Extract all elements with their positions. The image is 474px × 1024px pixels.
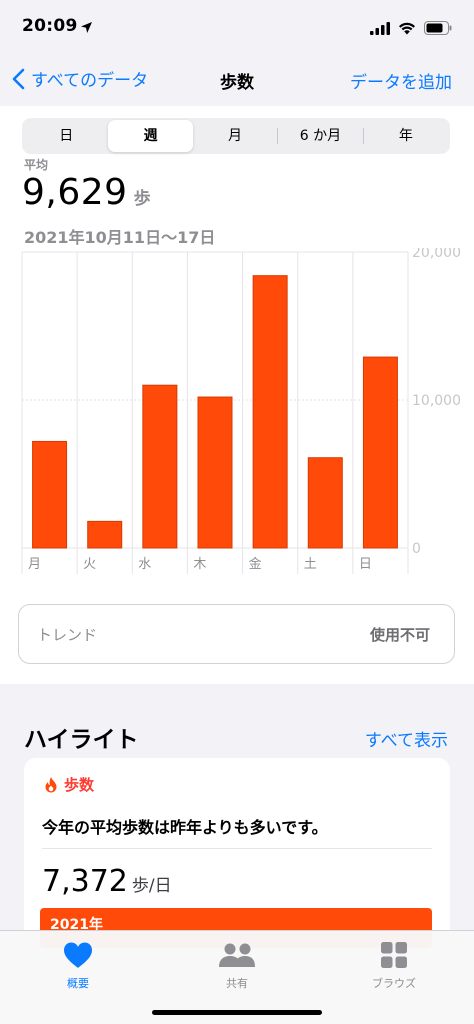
x-tick-label: 土 bbox=[304, 557, 317, 572]
y-tick-label: 0 bbox=[412, 541, 421, 557]
status-indicators bbox=[370, 20, 452, 39]
chevron-left-icon bbox=[12, 68, 25, 89]
status-time: 20:09 bbox=[22, 16, 78, 36]
tab-browse-label: ブラウズ bbox=[372, 977, 416, 990]
bar-7 bbox=[362, 356, 398, 549]
average-label: 平均 bbox=[24, 158, 49, 172]
trend-value: 使用不可 bbox=[369, 626, 430, 644]
highlight-category-label: 歩数 bbox=[64, 776, 95, 794]
x-tick-label: 水 bbox=[138, 557, 151, 572]
location-arrow-icon bbox=[80, 19, 93, 38]
flame-icon bbox=[45, 777, 57, 793]
heart-icon bbox=[28, 937, 128, 973]
signal-icon bbox=[370, 20, 390, 39]
people-icon bbox=[187, 937, 287, 973]
date-range: 2021年10月11日〜17日 bbox=[24, 228, 216, 247]
segment-week[interactable]: 週 bbox=[108, 120, 193, 152]
bar-3 bbox=[142, 384, 178, 549]
trend-label: トレンド bbox=[37, 626, 98, 644]
status-bar: 20:09 bbox=[0, 0, 474, 56]
segment-day[interactable]: 日 bbox=[24, 120, 108, 152]
average-unit: 歩 bbox=[133, 189, 151, 209]
back-label: すべてのデータ bbox=[31, 71, 149, 91]
x-tick-label: 火 bbox=[83, 557, 96, 572]
highlight-text: 今年の平均歩数は昨年よりも多いです。 bbox=[42, 818, 328, 837]
segment-month[interactable]: 月 bbox=[193, 120, 277, 152]
segment-year[interactable]: 年 bbox=[364, 120, 448, 152]
highlight-category: 歩数 bbox=[44, 774, 94, 795]
steps-bar-chart[interactable]: 0 10,000 20,000 月 火 水 木 金 土 日 bbox=[0, 248, 474, 578]
tab-bar: 概要 共有 ブラウズ bbox=[0, 930, 474, 1024]
bar-6 bbox=[307, 457, 343, 549]
x-tick-label: 月 bbox=[28, 557, 41, 572]
tab-sharing-label: 共有 bbox=[226, 977, 248, 990]
average-value: 9,629 bbox=[22, 172, 128, 213]
y-tick-label: 10,000 bbox=[412, 393, 461, 409]
add-data-button[interactable]: データを追加 bbox=[350, 68, 452, 93]
steps-card: 日 週 月 6 か月 年 平均 9,629 歩 2021年10月11日〜17日 … bbox=[0, 106, 474, 684]
x-tick-label: 日 bbox=[359, 557, 372, 572]
bar-4 bbox=[197, 396, 233, 549]
tab-summary[interactable]: 概要 bbox=[28, 937, 128, 991]
period-segmented-control: 日 週 月 6 か月 年 bbox=[22, 118, 450, 154]
segment-six-months[interactable]: 6 か月 bbox=[278, 120, 362, 152]
highlights-title: ハイライト bbox=[24, 727, 139, 753]
show-all-button[interactable]: すべて表示 bbox=[365, 726, 448, 751]
highlight-card[interactable]: 歩数 今年の平均歩数は昨年よりも多いです。 7,372 歩/日 2021年 bbox=[24, 758, 450, 958]
x-tick-label: 木 bbox=[193, 557, 206, 572]
highlight-value: 7,372 bbox=[42, 864, 128, 899]
x-tick-label: 金 bbox=[249, 556, 262, 572]
wifi-icon bbox=[398, 20, 416, 39]
average-value-row: 9,629 歩 bbox=[22, 172, 151, 213]
home-indicator bbox=[152, 1010, 322, 1015]
bar-2 bbox=[87, 520, 123, 549]
battery-icon bbox=[424, 20, 452, 39]
tab-sharing[interactable]: 共有 bbox=[187, 937, 287, 991]
bar-1 bbox=[32, 440, 68, 549]
highlight-unit: 歩/日 bbox=[131, 876, 172, 896]
back-button[interactable]: すべてのデータ bbox=[12, 66, 148, 91]
highlight-value-row: 7,372 歩/日 bbox=[42, 864, 172, 899]
highlight-divider bbox=[42, 848, 432, 849]
tab-browse[interactable]: ブラウズ bbox=[344, 937, 444, 991]
trend-row[interactable]: トレンド 使用不可 bbox=[18, 604, 455, 664]
grid-icon bbox=[344, 937, 444, 973]
bar-5 bbox=[252, 275, 288, 549]
tab-summary-label: 概要 bbox=[67, 977, 89, 990]
y-tick-label: 20,000 bbox=[412, 248, 461, 261]
navigation-bar: すべてのデータ 歩数 データを追加 bbox=[0, 56, 474, 106]
